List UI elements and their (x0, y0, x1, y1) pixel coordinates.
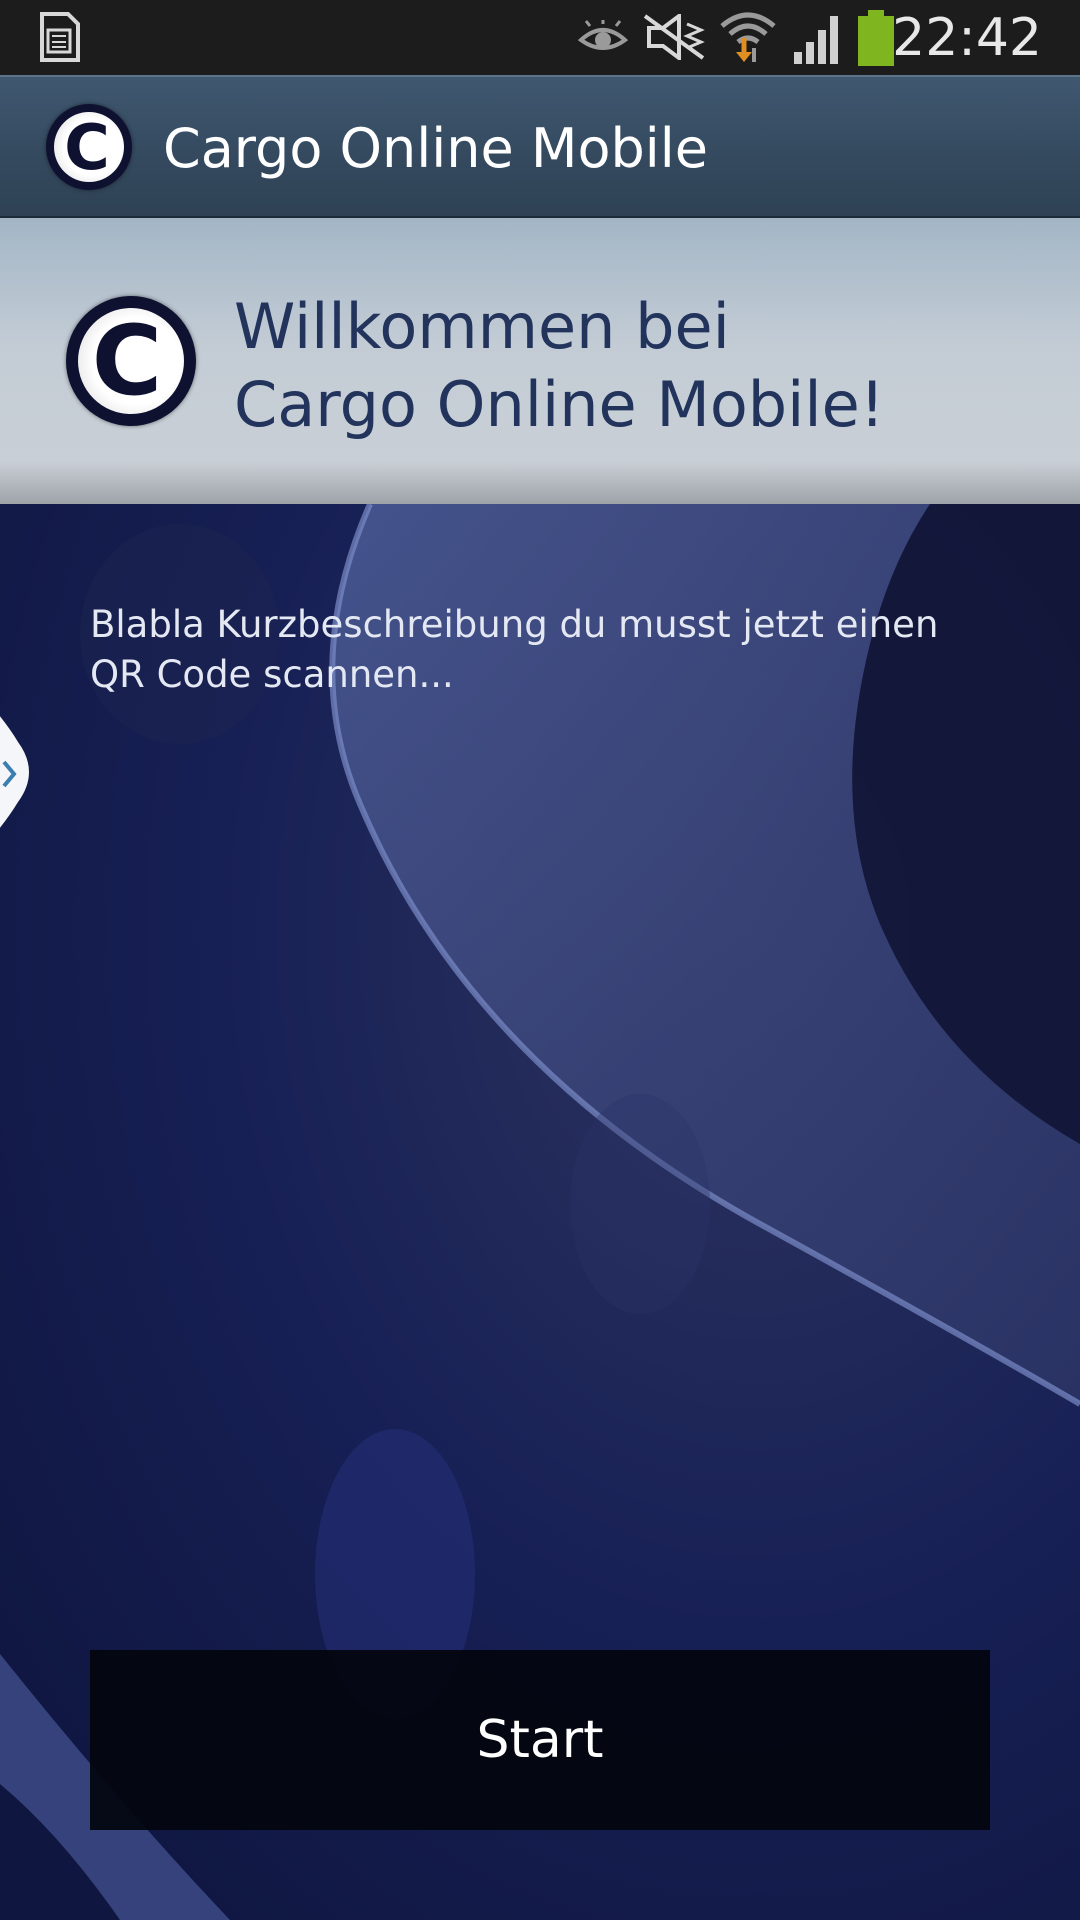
battery-icon (858, 10, 894, 66)
action-bar: C Cargo Online Mobile (0, 75, 1080, 218)
app-screen: 22:42 C Cargo Online Mobile C Willkommen… (0, 0, 1080, 1920)
eye-icon (578, 20, 628, 50)
drawer-handle[interactable] (0, 672, 38, 872)
start-button[interactable]: Start (90, 1650, 990, 1830)
status-bar: 22:42 (0, 0, 1080, 75)
welcome-title-line2: Cargo Online Mobile! (234, 368, 885, 441)
description-text: Blabla Kurzbeschreibung du musst jetzt e… (90, 603, 939, 696)
status-clock: 22:42 (892, 8, 1042, 68)
welcome-title-line1: Willkommen bei (234, 290, 730, 363)
welcome-logo-icon: C (66, 296, 196, 426)
wifi-download-icon (720, 12, 776, 62)
mute-icon (643, 14, 705, 60)
sim-card-icon (40, 12, 80, 62)
welcome-header: C Willkommen bei Cargo Online Mobile! (0, 218, 1080, 504)
app-logo-icon[interactable]: C (46, 104, 132, 190)
app-title: Cargo Online Mobile (163, 117, 709, 180)
main-content: Blabla Kurzbeschreibung du musst jetzt e… (0, 504, 1080, 1920)
welcome-title: Willkommen bei Cargo Online Mobile! (234, 288, 885, 444)
signal-icon (794, 16, 838, 64)
